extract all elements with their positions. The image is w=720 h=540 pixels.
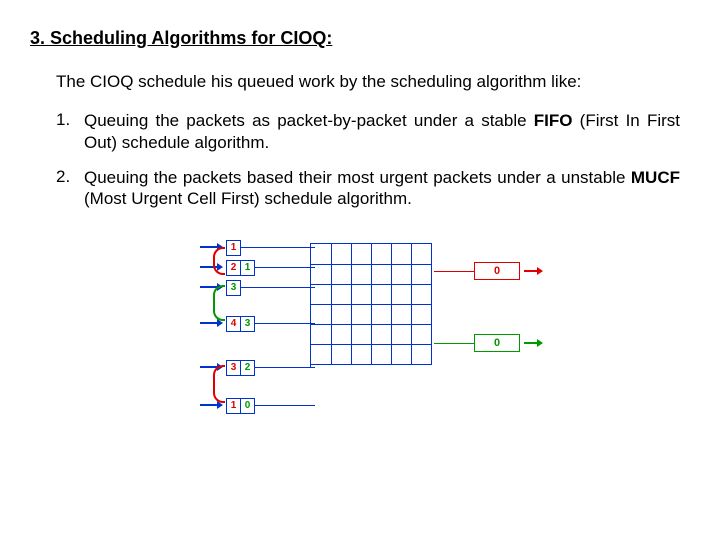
wire <box>254 267 315 268</box>
input-queue: 3 <box>226 280 241 296</box>
arrow-icon <box>524 342 538 344</box>
queue-cell: 4 <box>227 317 241 331</box>
wire <box>240 287 315 288</box>
output-box: 0 <box>474 262 520 280</box>
queue-cell: 1 <box>227 399 241 413</box>
queue-cell: 3 <box>241 317 255 331</box>
queue-cell: 1 <box>241 261 255 275</box>
input-queue: 1 0 <box>226 398 255 414</box>
queue-cell: 1 <box>227 241 241 255</box>
queue-cell: 2 <box>227 261 241 275</box>
input-queue: 2 1 <box>226 260 255 276</box>
wire <box>254 405 315 406</box>
arrow-icon <box>200 404 218 406</box>
queue-cell: 3 <box>227 361 241 375</box>
list-body: Queuing the packets as packet-by-packet … <box>84 110 680 153</box>
text: Queuing the packets based their most urg… <box>84 168 631 187</box>
input-queue: 3 2 <box>226 360 255 376</box>
queue-cell: 3 <box>227 281 241 295</box>
section-heading: 3. Scheduling Algorithms for CIOQ: <box>30 28 690 49</box>
wire <box>310 363 311 367</box>
swap-arrow-icon <box>213 247 225 275</box>
wire <box>434 271 474 272</box>
list-body: Queuing the packets based their most urg… <box>84 167 680 210</box>
text: Queuing the packets as packet-by-packet … <box>84 111 534 130</box>
wire <box>240 247 315 248</box>
bold-term: FIFO <box>534 111 573 130</box>
list-item: 2. Queuing the packets based their most … <box>56 167 680 210</box>
queue-cell: 2 <box>241 361 255 375</box>
wire <box>254 323 315 324</box>
wire <box>254 367 315 368</box>
list-number: 1. <box>56 110 84 153</box>
wire <box>434 343 474 344</box>
arrow-icon <box>524 270 538 272</box>
cioq-diagram: 1 2 1 3 4 3 <box>195 223 525 423</box>
queue-cell: 0 <box>241 399 255 413</box>
bold-term: MUCF <box>631 168 680 187</box>
swap-arrow-icon <box>213 365 225 403</box>
arrow-icon <box>200 246 218 248</box>
crossbar-grid <box>310 243 432 365</box>
input-queue: 1 <box>226 240 241 256</box>
arrow-icon <box>200 322 218 324</box>
list-item: 1. Queuing the packets as packet-by-pack… <box>56 110 680 153</box>
swap-arrow-icon <box>213 285 225 321</box>
intro-text: The CIOQ schedule his queued work by the… <box>56 71 680 92</box>
list-number: 2. <box>56 167 84 210</box>
output-box: 0 <box>474 334 520 352</box>
text: (Most Urgent Cell First) schedule algori… <box>84 189 412 208</box>
input-queue: 4 3 <box>226 316 255 332</box>
